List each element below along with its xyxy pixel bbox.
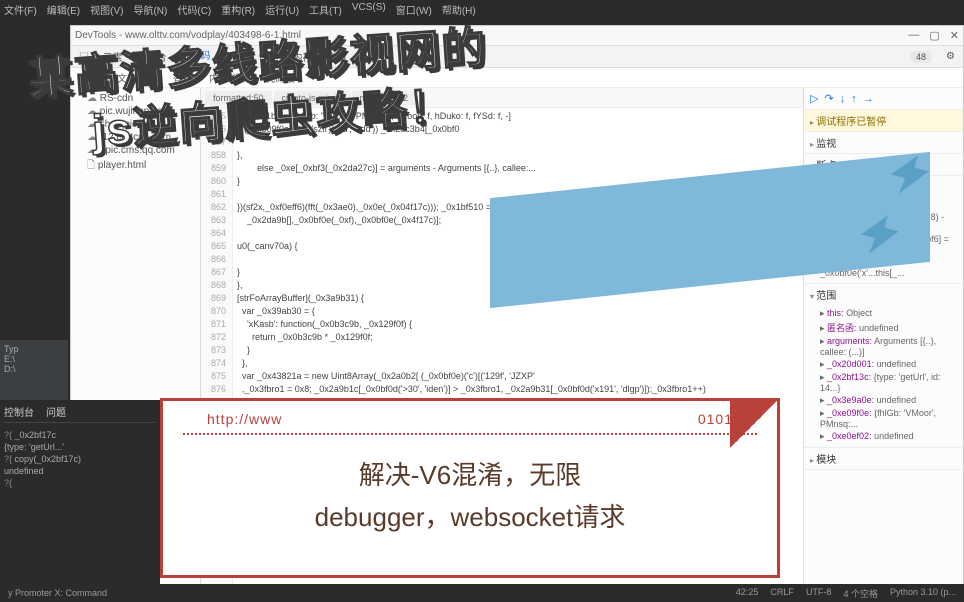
- console-line: {type: 'getUrl...': [4, 441, 156, 453]
- menu-window[interactable]: 窗口(W): [396, 2, 432, 17]
- tree-item[interactable]: player.html: [73, 157, 198, 176]
- console-tab[interactable]: 控制台: [4, 404, 34, 419]
- debug-toolbar: ▷ ↷ ↓ ↑ →: [804, 88, 963, 110]
- menu-edit[interactable]: 编辑(E): [47, 2, 80, 17]
- note-hdr-right: 0101: [698, 411, 733, 427]
- status-bar: y Promoter X: Command 42:25 CRLF UTF-8 4…: [0, 584, 964, 602]
- status-interpreter[interactable]: Python 3.10 (p...: [890, 587, 956, 600]
- resume-icon[interactable]: ▷: [810, 92, 818, 105]
- scope-variable[interactable]: ▸ _0x20d001: undefined: [820, 358, 957, 371]
- status-encoding[interactable]: UTF-8: [806, 587, 832, 600]
- step-over-icon[interactable]: ↷: [824, 92, 833, 105]
- step-icon[interactable]: →: [863, 93, 874, 105]
- status-eol[interactable]: CRLF: [770, 587, 794, 600]
- window-buttons: — ▢ ✕: [908, 29, 959, 42]
- status-right: 42:25 CRLF UTF-8 4 个空格 Python 3.10 (p...: [736, 587, 956, 600]
- console-tabs: 控制台 问题: [4, 404, 156, 423]
- watch-header[interactable]: 监视: [804, 132, 963, 153]
- ide-side-line: D:\: [4, 364, 64, 374]
- scope-section[interactable]: 范围 ▸ this: Object▸ 匿名函: undefined▸ argum…: [804, 284, 963, 448]
- scope-list: ▸ this: Object▸ 匿名函: undefined▸ argument…: [804, 305, 963, 447]
- paused-banner: 调试程序已暂停: [804, 110, 963, 132]
- menu-view[interactable]: 视图(V): [90, 2, 123, 17]
- scope-variable[interactable]: ▸ 匿名函: undefined: [820, 320, 957, 335]
- scope-variable[interactable]: ▸ _0xe09f0e: {fhlGb: 'VMoor', PMnsq:...: [820, 407, 957, 430]
- ide-side-panel: Typ E:\ D:\: [0, 340, 68, 400]
- watch-section[interactable]: 监视: [804, 132, 963, 154]
- scope-variable[interactable]: ▸ _0x2bf13c: {type: 'getUrl', id: 14...}: [820, 371, 957, 394]
- note-card: http://www 0101 解决-V6混淆，无限 debugger，webs…: [160, 398, 780, 578]
- note-header: http://www 0101: [183, 401, 757, 435]
- maximize-icon[interactable]: ▢: [929, 29, 939, 42]
- modules-header[interactable]: 模块: [804, 448, 963, 469]
- paused-label: 调试程序已暂停: [804, 110, 963, 131]
- ide-side-line: E:\: [4, 354, 64, 364]
- console-line: _0x2bf17c: [15, 430, 57, 440]
- note-line2: debugger，websocket请求: [183, 497, 757, 539]
- menu-nav[interactable]: 导航(N): [133, 2, 167, 17]
- scope-variable[interactable]: ▸ _0x3e9a0e: undefined: [820, 394, 957, 407]
- status-indent[interactable]: 4 个空格: [843, 587, 878, 600]
- minimize-icon[interactable]: —: [908, 29, 919, 42]
- menu-tools[interactable]: 工具(T): [309, 2, 342, 17]
- menu-code[interactable]: 代码(C): [177, 2, 211, 17]
- menu-vcs[interactable]: VCS(S): [352, 2, 386, 17]
- close-icon[interactable]: ✕: [950, 29, 959, 42]
- menu-file[interactable]: 文件(F): [4, 2, 37, 17]
- ide-side-line: Typ: [4, 344, 64, 354]
- status-cursor: 42:25: [736, 587, 759, 600]
- scope-header[interactable]: 范围: [804, 284, 963, 305]
- status-left: y Promoter X: Command: [8, 588, 107, 598]
- settings-icon[interactable]: ⚙: [946, 51, 955, 62]
- step-into-icon[interactable]: ↓: [840, 93, 846, 105]
- issues-badge[interactable]: 48: [910, 51, 932, 63]
- scope-variable[interactable]: ▸ _0xe0ef02: undefined: [820, 430, 957, 443]
- note-line1: 解决-V6混淆，无限: [183, 455, 757, 497]
- note-hdr-left: http://www: [207, 411, 282, 427]
- ide-menubar: 文件(F) 编辑(E) 视图(V) 导航(N) 代码(C) 重构(R) 运行(U…: [4, 2, 476, 17]
- console-panel: 控制台 问题 ?{ _0x2bf17c {type: 'getUrl...' ?…: [0, 400, 160, 585]
- modules-section[interactable]: 模块: [804, 448, 963, 470]
- menu-help[interactable]: 帮助(H): [442, 2, 476, 17]
- scope-variable[interactable]: ▸ arguments: Arguments [{..}, callee: (.…: [820, 335, 957, 358]
- menu-run[interactable]: 运行(U): [265, 2, 299, 17]
- step-out-icon[interactable]: ↑: [851, 93, 857, 105]
- console-line: undefined: [4, 465, 156, 477]
- scope-variable[interactable]: ▸ this: Object: [820, 307, 957, 320]
- issues-tab[interactable]: 问题: [46, 404, 66, 419]
- console-line: copy(_0x2bf17c): [15, 454, 82, 464]
- note-body: 解决-V6混淆，无限 debugger，websocket请求: [163, 435, 777, 558]
- menu-refactor[interactable]: 重构(R): [221, 2, 255, 17]
